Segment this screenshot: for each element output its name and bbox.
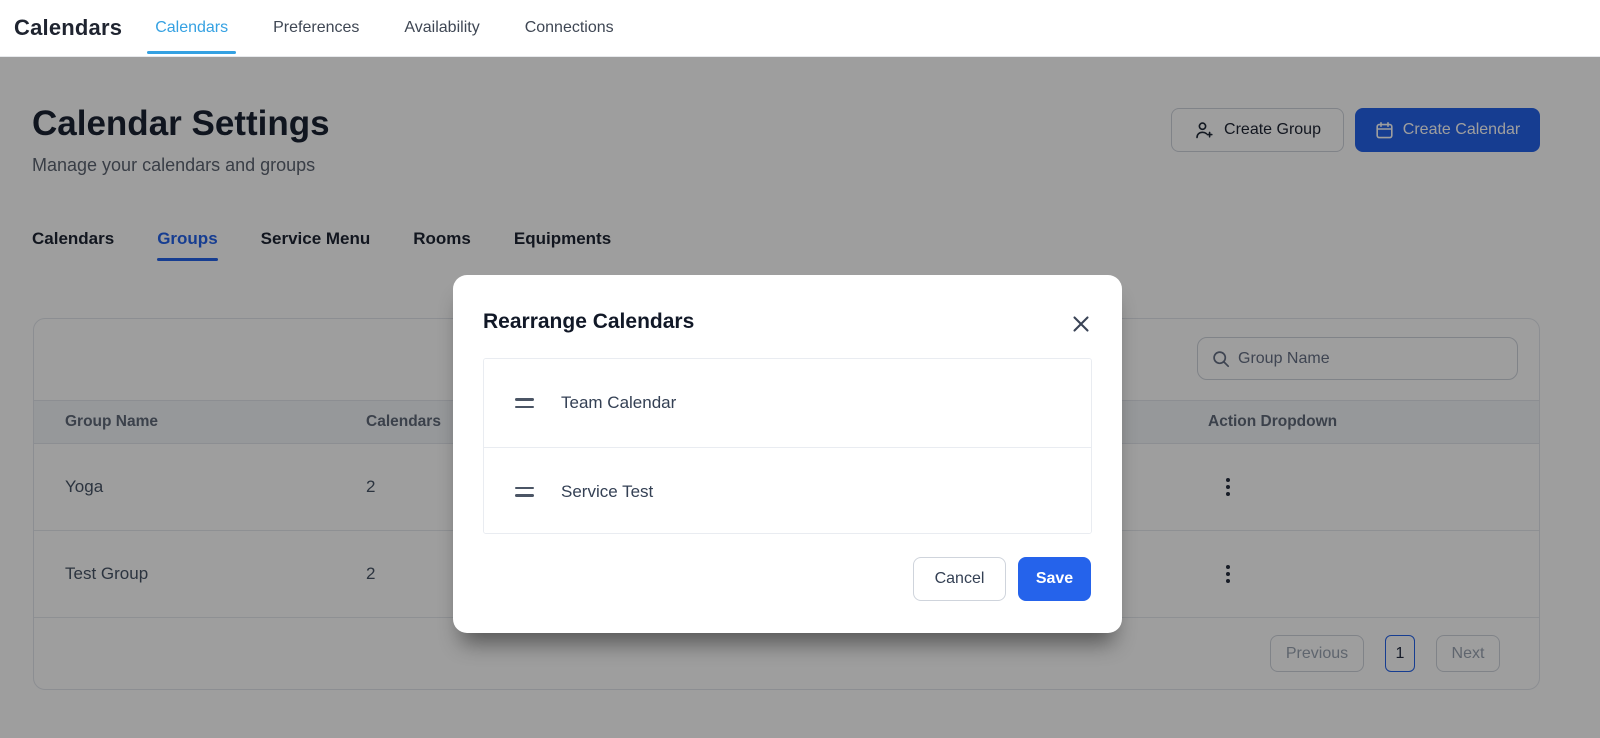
rearrange-list: Team Calendar Service Test xyxy=(483,358,1092,534)
cancel-button[interactable]: Cancel xyxy=(913,557,1006,601)
nav-tab-label: Availability xyxy=(404,19,479,37)
modal-title: Rearrange Calendars xyxy=(483,310,694,334)
nav-tab-connections[interactable]: Connections xyxy=(517,0,622,56)
nav-tab-label: Preferences xyxy=(273,19,359,37)
calendar-item-label: Team Calendar xyxy=(561,393,676,413)
nav-tab-availability[interactable]: Availability xyxy=(396,0,487,56)
drag-handle-icon[interactable] xyxy=(515,487,534,497)
app-root: Calendars Calendars Preferences Availabi… xyxy=(0,0,1600,738)
rearrange-calendars-modal: Rearrange Calendars Team Calendar Servic… xyxy=(453,275,1122,633)
app-title: Calendars xyxy=(14,15,122,41)
calendar-item-label: Service Test xyxy=(561,482,653,502)
nav-tab-calendars[interactable]: Calendars xyxy=(147,0,236,56)
drag-handle-icon[interactable] xyxy=(515,398,534,408)
close-icon[interactable] xyxy=(1070,313,1092,335)
list-item[interactable]: Service Test xyxy=(484,447,1091,534)
nav-tab-label: Connections xyxy=(525,19,614,37)
save-button[interactable]: Save xyxy=(1018,557,1091,601)
nav-tab-preferences[interactable]: Preferences xyxy=(265,0,367,56)
nav-tab-label: Calendars xyxy=(155,19,228,37)
top-navbar: Calendars Calendars Preferences Availabi… xyxy=(0,0,1600,57)
top-nav-tabs: Calendars Preferences Availability Conne… xyxy=(147,0,621,56)
list-item[interactable]: Team Calendar xyxy=(484,359,1091,447)
